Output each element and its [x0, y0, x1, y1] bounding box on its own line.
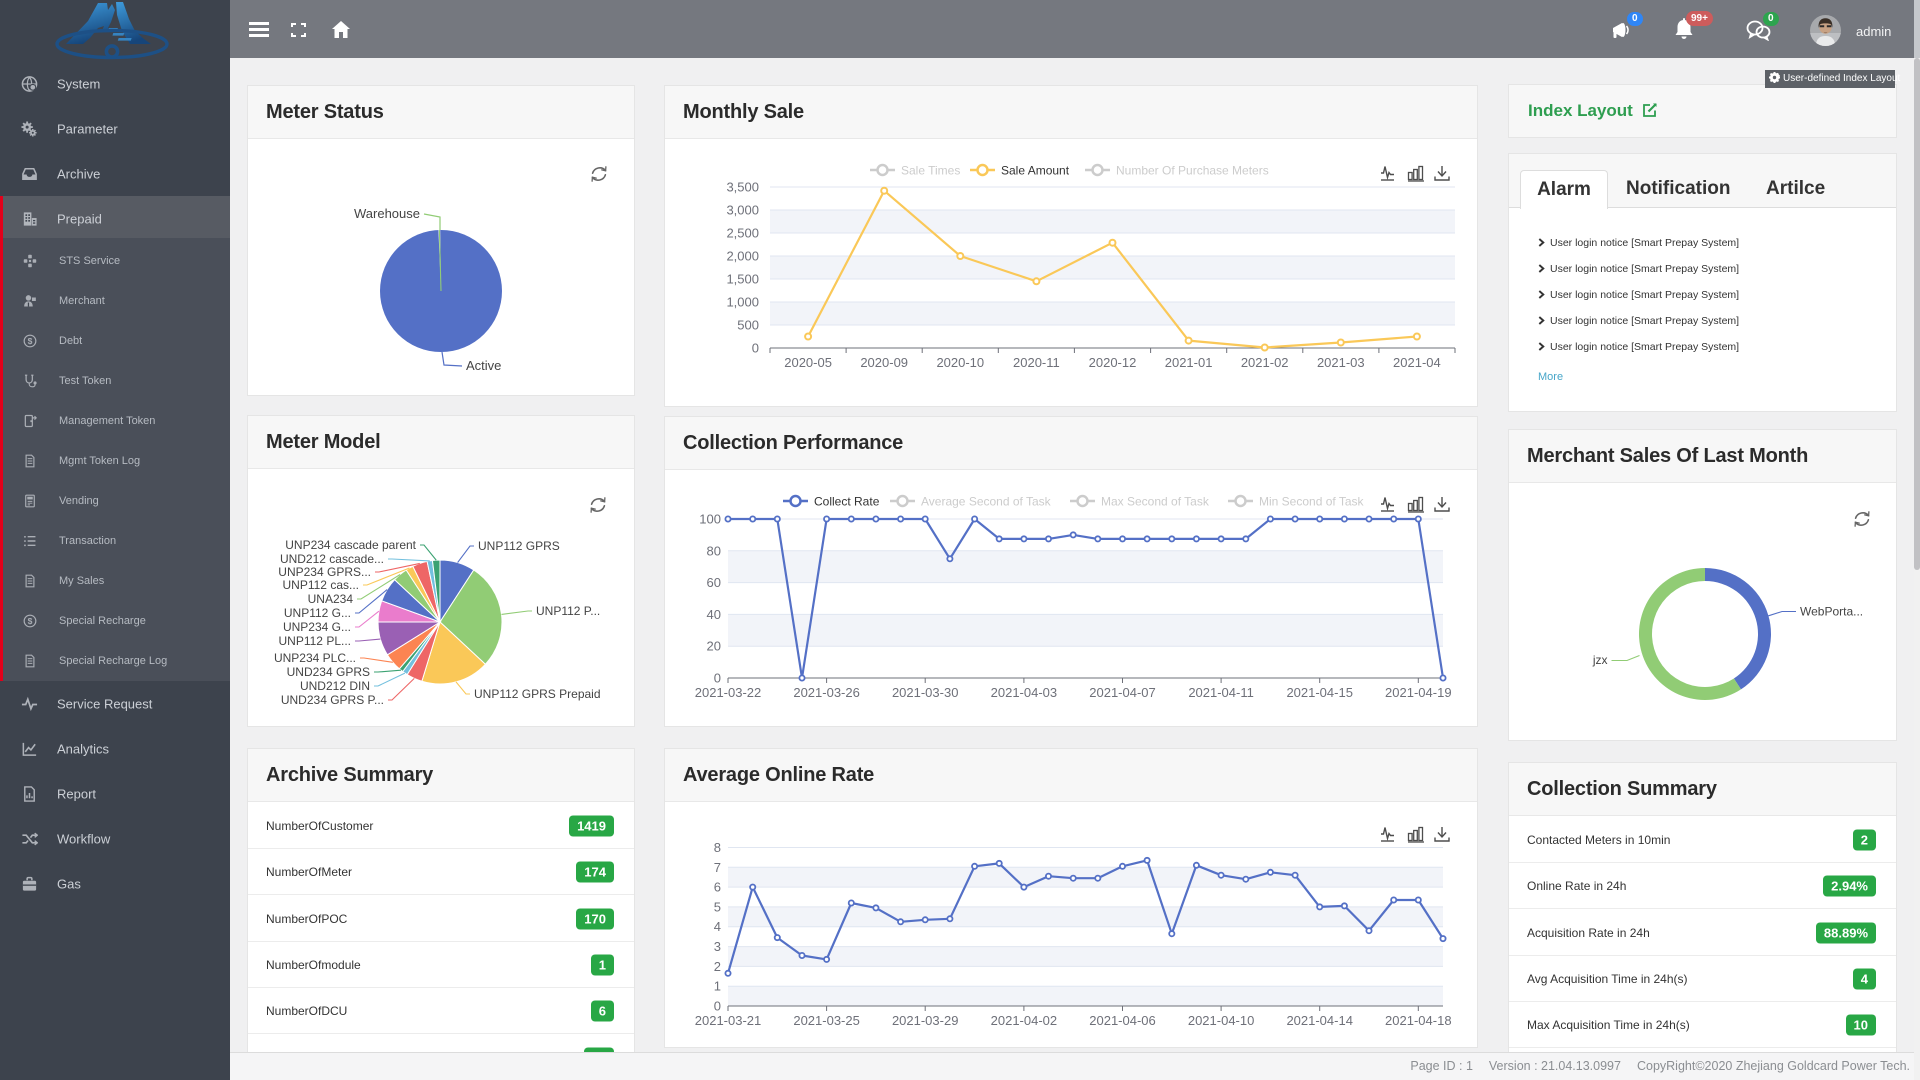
- svg-text:UNP234 PLC...: UNP234 PLC...: [274, 651, 356, 665]
- svg-text:5: 5: [714, 899, 721, 914]
- svg-text:6: 6: [714, 880, 721, 895]
- svg-text:UNP234 GPRS...: UNP234 GPRS...: [278, 565, 371, 579]
- svg-text:4: 4: [714, 919, 721, 934]
- svg-text:$: $: [28, 336, 33, 346]
- svg-text:2021-04: 2021-04: [1393, 355, 1441, 370]
- svg-text:Sale Times: Sale Times: [901, 164, 960, 178]
- svg-text:100: 100: [699, 512, 721, 527]
- svg-text:2021-04-14: 2021-04-14: [1286, 1013, 1353, 1028]
- svg-text:$: $: [28, 616, 33, 626]
- svg-text:1,500: 1,500: [726, 272, 759, 287]
- svg-text:2021-04-07: 2021-04-07: [1089, 685, 1156, 700]
- svg-text:3,500: 3,500: [726, 180, 759, 195]
- svg-text:Max Second of Task: Max Second of Task: [1101, 495, 1210, 509]
- svg-text:80: 80: [707, 543, 721, 558]
- svg-text:2021-04-18: 2021-04-18: [1385, 1013, 1452, 1028]
- svg-text:2021-04-19: 2021-04-19: [1385, 685, 1452, 700]
- svg-text:500: 500: [737, 318, 759, 333]
- svg-text:2021-02: 2021-02: [1241, 355, 1289, 370]
- svg-text:8: 8: [714, 840, 721, 855]
- svg-text:1,000: 1,000: [726, 295, 759, 310]
- svg-text:2021-04-10: 2021-04-10: [1188, 1013, 1255, 1028]
- svg-text:UNP112 PL...: UNP112 PL...: [279, 634, 351, 648]
- svg-text:2021-04-03: 2021-04-03: [991, 685, 1058, 700]
- svg-text:UND212 DIN: UND212 DIN: [300, 679, 370, 693]
- svg-text:2021-03-29: 2021-03-29: [892, 1013, 959, 1028]
- svg-text:1: 1: [714, 979, 721, 994]
- svg-text:2021-04-02: 2021-04-02: [991, 1013, 1058, 1028]
- svg-text:2020-05: 2020-05: [784, 355, 832, 370]
- svg-text:0: 0: [714, 671, 721, 686]
- svg-text:UNP234 G...: UNP234 G...: [283, 620, 351, 634]
- svg-text:UNP112 cas...: UNP112 cas...: [283, 578, 359, 592]
- svg-text:20: 20: [707, 639, 721, 654]
- svg-text:7: 7: [714, 860, 721, 875]
- svg-text:UNP112 G...: UNP112 G...: [284, 606, 351, 620]
- svg-text:2020-09: 2020-09: [860, 355, 908, 370]
- svg-text:2020-12: 2020-12: [1089, 355, 1137, 370]
- svg-text:Warehouse: Warehouse: [354, 206, 420, 221]
- svg-text:2021-03-30: 2021-03-30: [892, 685, 959, 700]
- svg-text:0: 0: [752, 341, 759, 356]
- svg-text:3: 3: [714, 939, 721, 954]
- svg-text:WebPorta...: WebPorta...: [1800, 605, 1863, 619]
- svg-text:Number Of Purchase Meters: Number Of Purchase Meters: [1116, 164, 1269, 178]
- svg-text:2021-03-26: 2021-03-26: [793, 685, 860, 700]
- svg-text:UNP234 cascade parent: UNP234 cascade parent: [285, 538, 416, 552]
- svg-text:Collect Rate: Collect Rate: [814, 495, 880, 509]
- svg-text:Sale Amount: Sale Amount: [1001, 164, 1070, 178]
- svg-text:Min Second of Task: Min Second of Task: [1259, 495, 1365, 509]
- svg-text:2021-04-15: 2021-04-15: [1286, 685, 1353, 700]
- svg-text:UNP112 GPRS: UNP112 GPRS: [478, 539, 560, 553]
- svg-text:UND234 GPRS: UND234 GPRS: [287, 665, 370, 679]
- svg-text:2020-11: 2020-11: [1013, 355, 1060, 370]
- svg-text:2021-01: 2021-01: [1165, 355, 1213, 370]
- svg-text:0: 0: [714, 999, 721, 1014]
- svg-text:3,000: 3,000: [726, 203, 759, 218]
- svg-text:2,500: 2,500: [726, 226, 759, 241]
- svg-text:2021-03-22: 2021-03-22: [695, 685, 762, 700]
- svg-text:2020-10: 2020-10: [936, 355, 984, 370]
- svg-text:UND212 cascade...: UND212 cascade...: [280, 552, 384, 566]
- svg-text:2,000: 2,000: [726, 249, 759, 264]
- svg-text:2021-04-06: 2021-04-06: [1089, 1013, 1156, 1028]
- svg-text:2: 2: [714, 959, 721, 974]
- svg-text:UND234 GPRS P...: UND234 GPRS P...: [281, 693, 384, 707]
- svg-text:2021-04-11: 2021-04-11: [1188, 685, 1254, 700]
- svg-text:UNP112 GPRS Prepaid: UNP112 GPRS Prepaid: [474, 687, 601, 701]
- svg-text:UNP112 P...: UNP112 P...: [536, 604, 600, 618]
- svg-text:40: 40: [707, 607, 721, 622]
- svg-text:jzx: jzx: [1592, 653, 1608, 667]
- svg-text:Average Second of Task: Average Second of Task: [921, 495, 1052, 509]
- svg-text:2021-03: 2021-03: [1317, 355, 1365, 370]
- svg-text:60: 60: [707, 575, 721, 590]
- svg-text:Active: Active: [466, 358, 501, 373]
- svg-text:2021-03-21: 2021-03-21: [695, 1013, 762, 1028]
- svg-text:UNA234: UNA234: [308, 592, 354, 606]
- svg-text:2021-03-25: 2021-03-25: [793, 1013, 860, 1028]
